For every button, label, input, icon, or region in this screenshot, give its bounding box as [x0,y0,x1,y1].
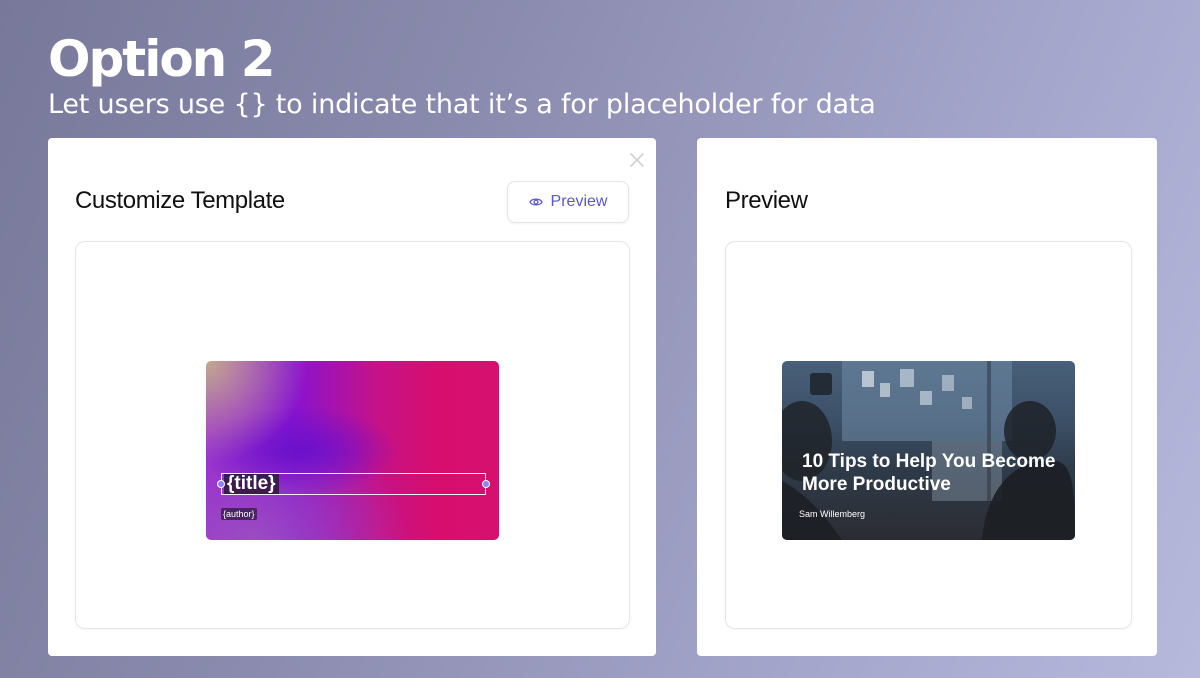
page-title: Option 2 [48,30,275,88]
eye-icon [528,198,543,206]
preview-card-title: 10 Tips to Help You Become More Producti… [802,451,1056,495]
title-placeholder-field[interactable]: {title} [221,473,486,495]
title-placeholder[interactable]: {title} [224,474,279,494]
preview-title: Preview [725,187,808,214]
resize-handle-right[interactable] [482,480,490,488]
customize-template-title: Customize Template [75,187,285,214]
page-subtitle: Let users use {} to indicate that it’s a… [48,89,876,120]
preview-card-author: Sam Willemberg [799,509,866,519]
close-icon[interactable] [627,150,647,170]
page-heading: Option 2 Let users use {} to indicate th… [48,28,876,120]
author-placeholder[interactable]: {author} [221,508,257,520]
preview-button-label: Preview [550,193,608,210]
preview-button[interactable]: Preview [507,181,629,223]
resize-handle-left[interactable] [217,480,225,488]
